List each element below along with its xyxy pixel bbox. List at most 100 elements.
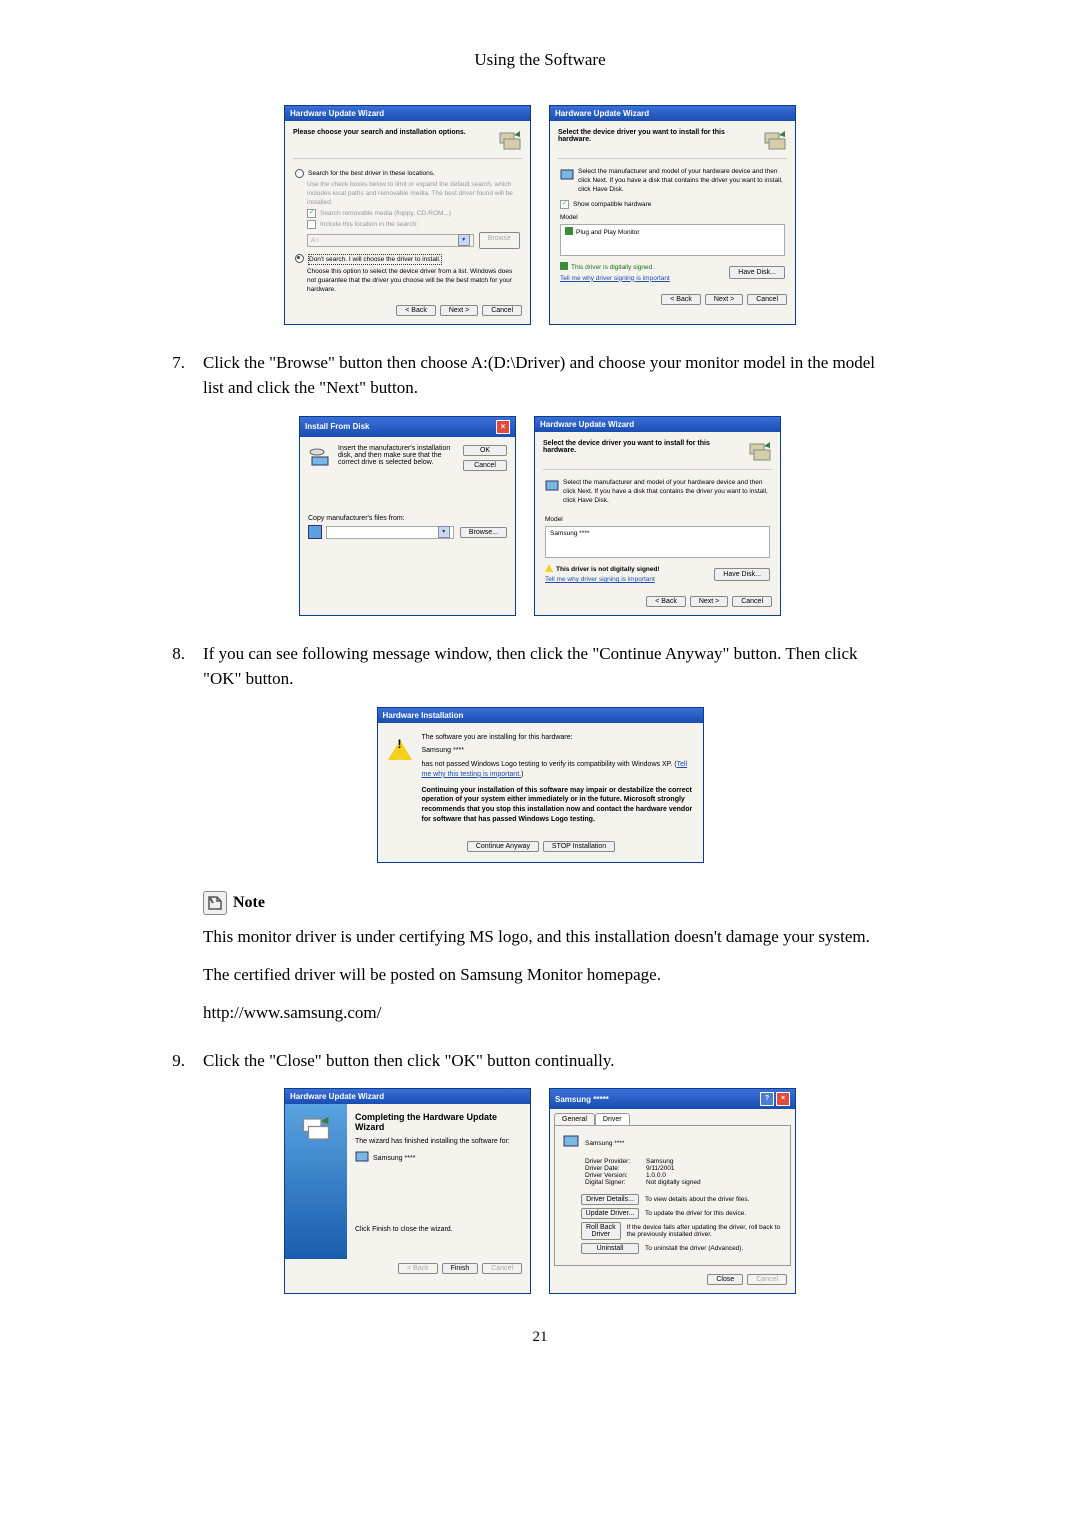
option-description: Choose this option to select the device … (307, 267, 520, 294)
wizard-heading: Completing the Hardware Update Wizard (355, 1112, 522, 1132)
step-number: 7. (170, 350, 185, 401)
wizard-subhead: Select the device driver you want to ins… (558, 129, 759, 143)
step-number: 9. (170, 1048, 185, 1074)
description-text: Select the manufacturer and model of you… (578, 167, 785, 194)
description-text: Select the manufacturer and model of you… (563, 478, 770, 505)
dropdown-icon: ▾ (438, 526, 450, 538)
next-button[interactable]: Next > (690, 596, 728, 607)
driver-details-button[interactable]: Driver Details... (581, 1194, 639, 1205)
hardware-wizard-icon (498, 129, 522, 153)
checkbox-label: Search removable media (floppy, CD-ROM..… (320, 209, 451, 218)
hardware-wizard-icon (301, 1114, 331, 1259)
update-desc: To update the driver for this device. (645, 1210, 746, 1217)
copy-from-label: Copy manufacturer's files from: (308, 515, 507, 522)
rollback-desc: If the device fails after updating the d… (627, 1224, 782, 1238)
note-icon (203, 891, 227, 915)
cancel-button: Cancel (482, 1263, 522, 1274)
cancel-button[interactable]: Cancel (463, 460, 507, 471)
device-name: Samsung **** (585, 1140, 624, 1147)
cancel-button[interactable]: Cancel (747, 294, 787, 305)
model-item: Plug and Play Monitor (576, 228, 640, 237)
radio-label: Search for the best driver in these loca… (308, 169, 435, 178)
copy-path-input[interactable]: ▾ (326, 526, 454, 539)
model-list[interactable]: Samsung **** (545, 526, 770, 558)
radio-dont-search[interactable]: Don't search. I will choose the driver t… (295, 254, 520, 265)
wizard-title: Hardware Update Wizard (555, 109, 649, 118)
tab-driver[interactable]: Driver (595, 1113, 630, 1125)
continue-anyway-button[interactable]: Continue Anyway (467, 841, 539, 852)
warning-bold: Continuing your installation of this sof… (422, 786, 693, 825)
browse-button: Browse (479, 232, 520, 249)
option-description: Use the check boxes below to limit or ex… (307, 180, 520, 207)
wizard-title: Hardware Update Wizard (290, 109, 384, 118)
note-paragraph: The certified driver will be posted on S… (203, 965, 890, 985)
finish-button[interactable]: Finish (442, 1263, 479, 1274)
next-button[interactable]: Next > (440, 305, 478, 316)
wizard-title: Hardware Update Wizard (290, 1092, 384, 1101)
info-icon (545, 478, 559, 505)
browse-button[interactable]: Browse... (460, 527, 507, 538)
cancel-button[interactable]: Cancel (732, 596, 772, 607)
dialog-text: Insert the manufacturer's installation d… (338, 445, 453, 471)
close-icon[interactable]: × (776, 1092, 790, 1106)
cancel-button: Cancel (747, 1274, 787, 1285)
details-desc: To view details about the driver files. (645, 1196, 749, 1203)
radio-label: Don't search. I will choose the driver t… (308, 254, 442, 265)
hardware-installation-dialog: Hardware Installation The software you a… (377, 707, 704, 863)
not-signed-text: This driver is not digitally signed! (556, 565, 660, 574)
checkbox-label: Include this location in the search: (320, 220, 418, 229)
checkbox-icon: ✓ (560, 200, 569, 209)
warning-icon (388, 733, 412, 757)
model-label: Model (545, 515, 770, 524)
monitor-icon (355, 1150, 369, 1166)
cancel-button[interactable]: Cancel (482, 305, 522, 316)
close-icon[interactable]: × (496, 420, 510, 434)
wizard-select-driver-samsung-window: Hardware Update Wizard Select the device… (534, 416, 781, 616)
back-button[interactable]: < Back (646, 596, 686, 607)
stop-installation-button[interactable]: STOP Installation (543, 841, 615, 852)
signed-text: This driver is digitally signed. (571, 263, 654, 272)
checkbox-label: Show compatible hardware (573, 200, 651, 209)
update-driver-button[interactable]: Update Driver... (581, 1208, 639, 1219)
radio-icon (295, 254, 304, 263)
next-button[interactable]: Next > (705, 294, 743, 305)
device-name: Samsung **** (373, 1155, 415, 1162)
signing-link[interactable]: Tell me why driver signing is important (560, 275, 670, 282)
have-disk-button[interactable]: Have Disk... (729, 266, 785, 280)
ok-button[interactable]: OK (463, 445, 507, 456)
help-icon[interactable]: ? (760, 1092, 774, 1106)
provider-label: Driver Provider: (585, 1158, 640, 1165)
signer-label: Digital Signer: (585, 1179, 640, 1186)
monitor-icon (563, 1134, 579, 1152)
signing-link[interactable]: Tell me why driver signing is important (545, 576, 655, 583)
wizard-subhead: Please choose your search and installati… (293, 129, 466, 136)
step-number: 8. (170, 641, 185, 692)
model-list[interactable]: Plug and Play Monitor (560, 224, 785, 256)
wizard-select-driver-window: Hardware Update Wizard Select the device… (549, 105, 796, 325)
device-name: Samsung **** (422, 746, 693, 756)
checkbox-icon (307, 220, 316, 229)
window-title: Samsung ***** (555, 1095, 609, 1104)
back-button[interactable]: < Back (396, 305, 436, 316)
uninstall-button[interactable]: Uninstall (581, 1243, 639, 1254)
back-button[interactable]: < Back (661, 294, 701, 305)
signed-icon (560, 262, 568, 273)
signer-value: Not digitally signed (646, 1179, 701, 1186)
model-item: Samsung **** (550, 530, 589, 537)
checkbox-show-compatible[interactable]: ✓ Show compatible hardware (560, 200, 785, 209)
step-text: Click the "Browse" button then choose A:… (203, 350, 890, 401)
checkbox-include-location[interactable]: Include this location in the search: (307, 220, 520, 229)
checkbox-removable-media[interactable]: ✓ Search removable media (floppy, CD-ROM… (307, 209, 520, 218)
close-button[interactable]: Close (707, 1274, 743, 1285)
page-number: 21 (170, 1329, 910, 1346)
radio-search-best[interactable]: Search for the best driver in these loca… (295, 169, 520, 178)
tab-general[interactable]: General (554, 1113, 595, 1125)
signed-icon (565, 227, 573, 238)
uninstall-desc: To uninstall the driver (Advanced). (645, 1245, 743, 1252)
have-disk-button[interactable]: Have Disk... (714, 568, 770, 582)
back-button: < Back (398, 1263, 438, 1274)
version-label: Driver Version: (585, 1172, 640, 1179)
rollback-driver-button[interactable]: Roll Back Driver (581, 1222, 621, 1240)
date-label: Driver Date: (585, 1165, 640, 1172)
page-header: Using the Software (170, 50, 910, 70)
